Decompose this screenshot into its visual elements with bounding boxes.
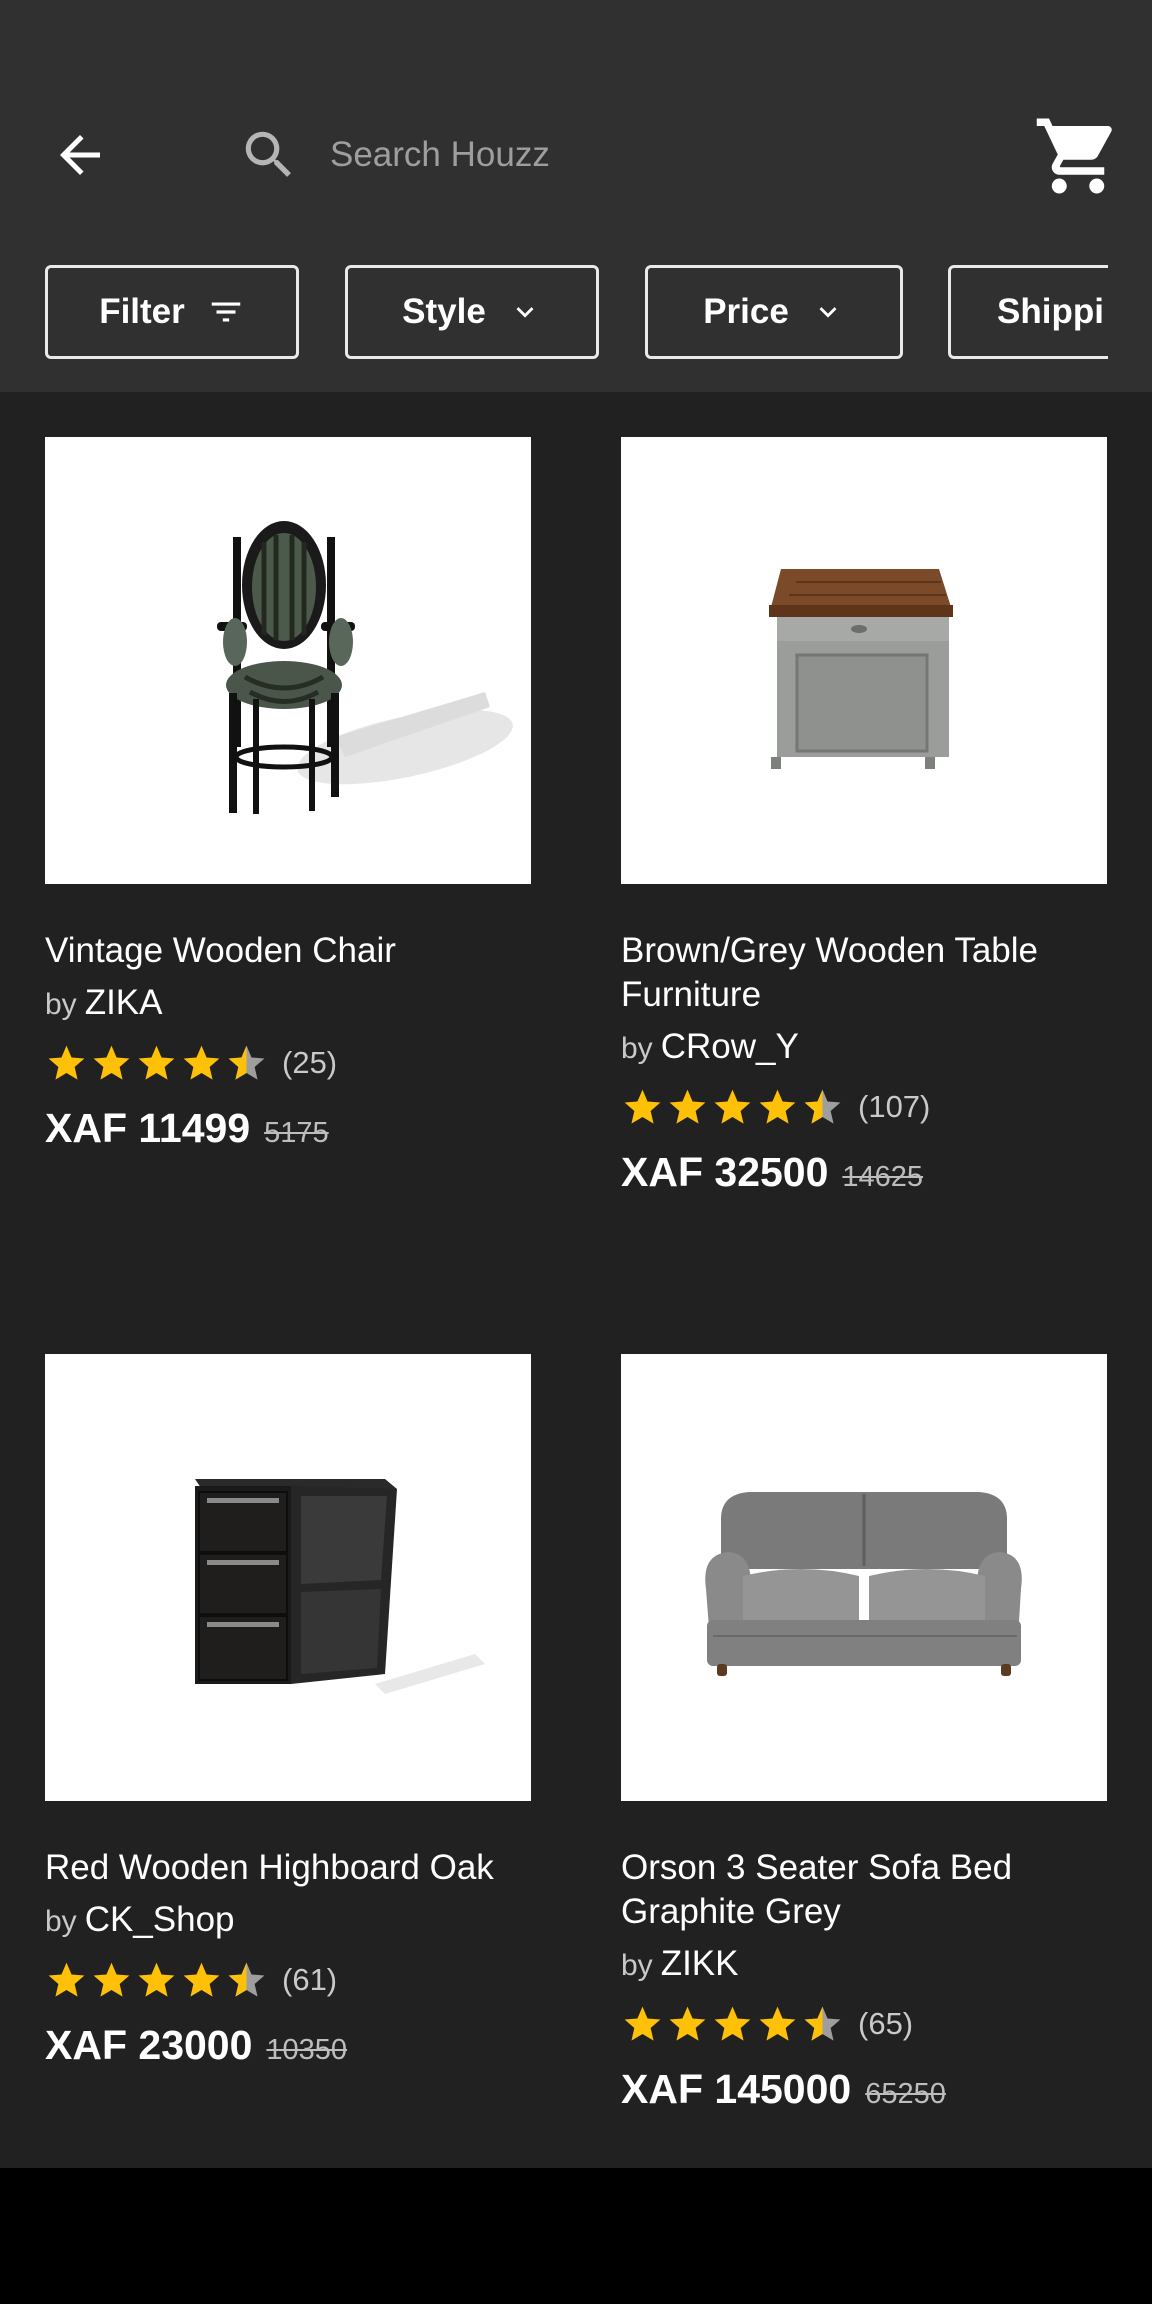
- star-full-icon: [93, 1962, 130, 1997]
- product-price: XAF 32500 14625: [621, 1149, 1107, 1196]
- star-half-icon: [804, 2006, 841, 2041]
- review-count: (61): [282, 1962, 338, 1997]
- star-full-icon: [624, 1089, 661, 1124]
- current-price: XAF 23000: [45, 2022, 253, 2068]
- product-title: Vintage Wooden Chair: [45, 931, 396, 970]
- star-full-icon: [714, 1089, 751, 1124]
- star-half-icon: [228, 1962, 265, 1997]
- product-rating: (65): [621, 2002, 1107, 2046]
- product-price: XAF 23000 10350: [45, 2022, 531, 2069]
- star-full-icon: [759, 1089, 796, 1124]
- product-image-cabinet[interactable]: [621, 437, 1107, 884]
- product-seller: by CRow_Y: [621, 1025, 1107, 1071]
- price-label: Price: [703, 292, 789, 331]
- product-card[interactable]: Red Wooden Highboard Oak by CK_Shop (61) …: [45, 1354, 531, 2069]
- product-rating: (107): [621, 1085, 1107, 1129]
- sofa-image: [705, 1492, 1022, 1676]
- by-label: by: [45, 1905, 77, 1938]
- by-label: by: [621, 1032, 653, 1065]
- review-count: (107): [858, 1089, 931, 1124]
- star-rating: [45, 1959, 268, 2002]
- star-full-icon: [48, 1962, 85, 1997]
- chair-image: [217, 521, 513, 814]
- star-full-icon: [48, 1045, 85, 1080]
- chevron-down-icon: [516, 307, 534, 318]
- shopping-cart-icon: [1036, 118, 1112, 194]
- back-button[interactable]: [40, 115, 120, 195]
- review-count: (25): [282, 1045, 338, 1080]
- star-rating: [45, 1042, 268, 1085]
- product-seller: by ZIKA: [45, 981, 531, 1027]
- original-price: 65250: [865, 2078, 946, 2110]
- filter-lines-icon: [211, 302, 241, 322]
- filter-button[interactable]: Filter: [45, 265, 299, 359]
- current-price: XAF 145000: [621, 2066, 852, 2112]
- star-full-icon: [183, 1962, 220, 1997]
- original-price: 10350: [266, 2034, 348, 2066]
- star-full-icon: [138, 1962, 175, 1997]
- by-label: by: [45, 988, 77, 1021]
- star-rating: [621, 2003, 844, 2046]
- search-bar[interactable]: [230, 110, 990, 200]
- star-full-icon: [759, 2006, 796, 2041]
- review-count: (65): [858, 2006, 914, 2041]
- search-input[interactable]: [330, 120, 970, 190]
- product-title: Brown/Grey Wooden Table Furniture: [621, 931, 1038, 1014]
- star-full-icon: [714, 2006, 751, 2041]
- highboard-image: [195, 1479, 485, 1694]
- shipping-dropdown[interactable]: Shippi: [948, 265, 1108, 359]
- current-price: XAF 11499: [45, 1105, 251, 1151]
- cabinet-image: [769, 569, 953, 769]
- seller-name[interactable]: ZIKA: [85, 983, 163, 1022]
- star-full-icon: [138, 1045, 175, 1080]
- seller-name[interactable]: CRow_Y: [661, 1027, 799, 1066]
- product-card[interactable]: Brown/Grey Wooden Table Furniture by CRow…: [621, 437, 1107, 1196]
- product-title: Orson 3 Seater Sofa Bed Graphite Grey: [621, 1848, 1013, 1931]
- product-rating: (25): [45, 1041, 531, 1085]
- price-dropdown[interactable]: Price: [645, 265, 903, 359]
- star-full-icon: [183, 1045, 220, 1080]
- filter-chip-row: Filter Style Price Shippi: [0, 265, 1108, 361]
- arrow-left-icon: [60, 135, 100, 175]
- product-image-sofa[interactable]: [621, 1354, 1107, 1801]
- star-full-icon: [669, 1089, 706, 1124]
- top-app-bar: Filter Style Price Shippi: [0, 0, 1152, 392]
- product-card[interactable]: Orson 3 Seater Sofa Bed Graphite Grey by…: [621, 1354, 1107, 2113]
- filter-label: Filter: [99, 292, 185, 331]
- seller-name[interactable]: ZIKK: [661, 1944, 739, 1983]
- star-half-icon: [228, 1045, 265, 1080]
- product-card[interactable]: Vintage Wooden Chair by ZIKA (25) XAF 114…: [45, 437, 531, 1152]
- by-label: by: [621, 1949, 653, 1982]
- product-seller: by CK_Shop: [45, 1898, 531, 1944]
- current-price: XAF 32500: [621, 1149, 829, 1195]
- style-label: Style: [402, 292, 486, 331]
- seller-name[interactable]: CK_Shop: [85, 1900, 235, 1939]
- product-seller: by ZIKK: [621, 1942, 1107, 1988]
- shipping-label: Shippi: [997, 292, 1104, 331]
- star-rating: [621, 1086, 844, 1129]
- original-price: 14625: [842, 1161, 924, 1193]
- star-full-icon: [669, 2006, 706, 2041]
- product-image-highboard[interactable]: [45, 1354, 531, 1801]
- original-price: 5175: [264, 1117, 329, 1149]
- style-dropdown[interactable]: Style: [345, 265, 599, 359]
- star-half-icon: [804, 1089, 841, 1124]
- cart-button[interactable]: [1030, 108, 1126, 204]
- product-title: Red Wooden Highboard Oak: [45, 1848, 494, 1887]
- product-price: XAF 145000 65250: [621, 2066, 1107, 2113]
- search-icon: [245, 131, 291, 177]
- product-grid: Vintage Wooden Chair by ZIKA (25) XAF 114…: [0, 392, 1152, 2168]
- product-price: XAF 11499 5175: [45, 1105, 531, 1152]
- system-navigation-bar: [0, 2168, 1152, 2304]
- star-full-icon: [624, 2006, 661, 2041]
- product-image-chair[interactable]: [45, 437, 531, 884]
- star-full-icon: [93, 1045, 130, 1080]
- product-rating: (61): [45, 1958, 531, 2002]
- chevron-down-icon: [819, 307, 837, 318]
